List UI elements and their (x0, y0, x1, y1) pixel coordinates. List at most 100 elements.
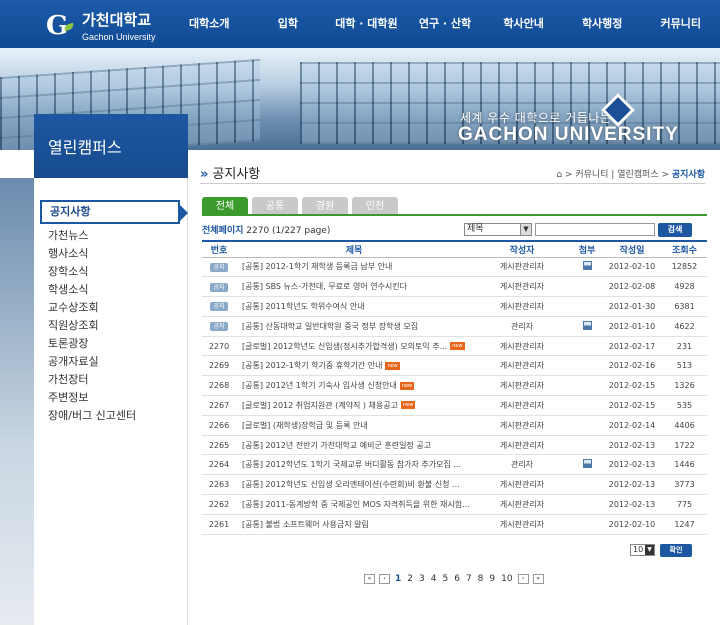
sidebar-item-events[interactable]: 행사소식 (40, 245, 180, 263)
page-number-link[interactable]: 1 (395, 574, 401, 584)
confirm-button[interactable]: 확인 (660, 544, 692, 557)
cell-title[interactable]: [공통] 2011학년도 학위수여식 안내 (236, 296, 472, 317)
new-badge: new (400, 401, 416, 410)
first-page-button[interactable]: « (364, 574, 375, 584)
next-page-button[interactable]: › (517, 574, 529, 584)
page-number-link[interactable]: 10 (501, 574, 512, 584)
table-row[interactable]: 2263 [공통] 2012학년도 신입생 오리엔테이션(수련회)비 환불 신청 … (202, 474, 707, 496)
search-input[interactable] (535, 223, 655, 236)
sidebar-item-staff-events[interactable]: 직원상조회 (40, 317, 180, 335)
table-row[interactable]: 2269 [공통] 2012-1학기 학기중 휴학기간 안내 new 게시판관리자 20… (202, 355, 707, 377)
cell-title[interactable]: [공통] 2012년 전반기 가천대학교 예비군 훈련일정 공고 (236, 435, 472, 456)
breadcrumb-item[interactable]: 열린캠퍼스 (617, 170, 658, 180)
prev-page-button[interactable]: ‹ (379, 574, 390, 584)
table-row[interactable]: 2265 [공통] 2012년 전반기 가천대학교 예비군 훈련일정 공고 게시판관… (202, 435, 707, 456)
nav-item-academic-admin[interactable]: 학사행정 (563, 0, 642, 48)
cell-title[interactable]: [글로벌] 2012 취업지원관 (계약직 ) 채용공고 new (236, 395, 472, 416)
nav-item-colleges[interactable]: 대학 · 대학원 (327, 0, 406, 48)
table-row[interactable]: 2267 [글로벌] 2012 취업지원관 (계약직 ) 채용공고 new 게시판관리… (202, 395, 707, 416)
cell-title[interactable]: [공통] 2012학년도 신입생 오리엔테이션(수련회)비 환불 신청 ... (236, 474, 472, 496)
post-title-link[interactable]: [공통] 산동대학교 일반대학원 중국 정부 장학생 모집 (242, 322, 418, 331)
home-icon[interactable]: ⌂ (556, 170, 562, 180)
cell-attachment (572, 415, 602, 436)
page-number-link[interactable]: 6 (454, 574, 460, 584)
page-number-link[interactable]: 2 (407, 574, 413, 584)
tab-kyungwon[interactable]: 경원 (302, 197, 348, 214)
per-page-select[interactable]: 10 ▼ (630, 544, 655, 556)
table-row[interactable]: 공지 [공통] SBS 뉴스-가천대, 무료로 영어 연수시킨다 게시판관리자 201… (202, 276, 707, 298)
page-number-link[interactable]: 8 (478, 574, 484, 584)
post-title-link[interactable]: [공통] 2012-1학기 재학생 등록금 납부 안내 (242, 262, 392, 271)
page-number-link[interactable]: 5 (442, 574, 448, 584)
post-title-link[interactable]: [공통] 2012년 전반기 가천대학교 예비군 훈련일정 공고 (242, 441, 431, 450)
sidebar-item-notices[interactable]: 공지사항 (40, 200, 188, 224)
tab-all[interactable]: 전체 (202, 197, 248, 214)
nav-item-academic-info[interactable]: 학사안내 (484, 0, 563, 48)
post-title-link[interactable]: [공통] 2012학년도 1학기 국제교류 버디활동 참가자 추가모집 ... (242, 460, 461, 469)
sidebar-item-scholarships[interactable]: 장학소식 (40, 263, 180, 281)
post-title-link[interactable]: [공통] 불법 소프트웨어 사용금지 알림 (242, 520, 369, 529)
cell-title[interactable]: [공통] 2012년 1학기 기숙사 입사생 신청안내 new (236, 375, 472, 397)
post-title-link[interactable]: [공통] 2012학년도 신입생 오리엔테이션(수련회)비 환불 신청 ... (242, 480, 460, 489)
breadcrumb-item[interactable]: 커뮤니티 (575, 170, 608, 180)
nav-item-admission[interactable]: 입학 (249, 0, 328, 48)
cell-title[interactable]: [공통] 산동대학교 일반대학원 중국 정부 장학생 모집 (236, 316, 472, 337)
tab-incheon[interactable]: 인천 (352, 197, 398, 214)
sidebar-item-marketplace[interactable]: 가천장터 (40, 371, 180, 389)
sidebar-item-nearby-info[interactable]: 주변정보 (40, 389, 180, 407)
table-row[interactable]: 2270 [글로벌] 2012학년도 신입생(정시추가합격생) 모의토익 추...… (202, 336, 707, 357)
sidebar-item-bug-report[interactable]: 장애/버그 신고센터 (40, 407, 180, 425)
page-number-link[interactable]: 4 (431, 574, 437, 584)
table-row[interactable]: 공지 [공통] 산동대학교 일반대학원 중국 정부 장학생 모집 관리자 2012-0… (202, 316, 707, 337)
search-button[interactable]: 검색 (658, 223, 692, 237)
tab-common[interactable]: 공통 (252, 197, 298, 214)
sidebar-item-news[interactable]: 가천뉴스 (40, 227, 180, 245)
cell-title[interactable]: [공통] SBS 뉴스-가천대, 무료로 영어 연수시킨다 (236, 276, 472, 298)
last-page-button[interactable]: » (532, 574, 544, 584)
cell-attachment (572, 375, 602, 397)
search-field-select[interactable]: 제목 ▼ (464, 223, 532, 236)
table-row[interactable]: 2264 [공통] 2012학년도 1학기 국제교류 버디활동 참가자 추가모집 … (202, 454, 707, 476)
nav-item-about[interactable]: 대학소개 (170, 0, 249, 48)
page-number-link[interactable]: 3 (419, 574, 425, 584)
nav-item-research[interactable]: 연구 · 산학 (406, 0, 485, 48)
cell-views: 1326 (662, 375, 707, 397)
table-row[interactable]: 2261 [공통] 불법 소프트웨어 사용금지 알림 게시판관리자 2012-02-1… (202, 514, 707, 535)
column-header-number: 번호 (202, 240, 236, 258)
cell-title[interactable]: [글로벌] (재학생)장학금 및 등록 안내 (236, 415, 472, 436)
cell-attachment (572, 336, 602, 357)
table-row[interactable]: 공지 [공통] 2012-1학기 재학생 등록금 납부 안내 게시판관리자 2012-… (202, 257, 707, 278)
attachment-file-icon[interactable] (582, 261, 592, 271)
cell-title[interactable]: [공통] 2012학년도 1학기 국제교류 버디활동 참가자 추가모집 ... (236, 454, 472, 476)
table-row[interactable]: 2268 [공통] 2012년 1학기 기숙사 입사생 신청안내 new 게시판관리자… (202, 375, 707, 397)
page-number-link[interactable]: 9 (489, 574, 495, 584)
cell-title[interactable]: [공통] 2012-1학기 학기중 휴학기간 안내 new (236, 355, 472, 377)
post-title-link[interactable]: [공통] 2012년 1학기 기숙사 입사생 신청안내 (242, 381, 397, 390)
table-row[interactable]: 2262 [공통] 2011-동계방학 중 국제공인 MOS 자격취득을 위한 재… (202, 494, 707, 515)
post-title-link[interactable]: [공통] 2012-1학기 학기중 휴학기간 안내 (242, 361, 382, 370)
nav-item-community[interactable]: 커뮤니티 (641, 0, 720, 48)
post-title-link[interactable]: [글로벌] 2012학년도 신입생(정시추가합격생) 모의토익 추... (242, 342, 447, 351)
post-title-link[interactable]: [공통] SBS 뉴스-가천대, 무료로 영어 연수시킨다 (242, 282, 407, 291)
post-title-link[interactable]: [공통] 2011학년도 학위수여식 안내 (242, 302, 365, 311)
cell-title[interactable]: [공통] 2011-동계방학 중 국제공인 MOS 자격취득을 위한 재시험..… (236, 494, 472, 515)
sidebar-item-student-news[interactable]: 학생소식 (40, 281, 180, 299)
sidebar-item-faculty-events[interactable]: 교수상조회 (40, 299, 180, 317)
university-logo[interactable]: G 가천대학교 Gachon University (46, 9, 156, 43)
attachment-file-icon[interactable] (582, 320, 592, 330)
post-title-link[interactable]: [공통] 2011-동계방학 중 국제공인 MOS 자격취득을 위한 재시험..… (242, 500, 470, 509)
cell-title[interactable]: [글로벌] 2012학년도 신입생(정시추가합격생) 모의토익 추... new (236, 336, 472, 357)
table-row[interactable]: 공지 [공통] 2011학년도 학위수여식 안내 게시판관리자 2012-01-30 6… (202, 296, 707, 317)
page-number-link[interactable]: 7 (466, 574, 472, 584)
table-row[interactable]: 2266 [글로벌] (재학생)장학금 및 등록 안내 게시판관리자 2012-02-… (202, 415, 707, 436)
category-tabs: 전체 공통 경원 인천 (202, 197, 402, 214)
cell-title[interactable]: [공통] 불법 소프트웨어 사용금지 알림 (236, 514, 472, 535)
post-title-link[interactable]: [글로벌] (재학생)장학금 및 등록 안내 (242, 421, 368, 430)
sidebar-item-forum[interactable]: 토론광장 (40, 335, 180, 353)
cell-attachment (572, 474, 602, 496)
cell-title[interactable]: [공통] 2012-1학기 재학생 등록금 납부 안내 (236, 257, 472, 278)
post-title-link[interactable]: [글로벌] 2012 취업지원관 (계약직 ) 채용공고 (242, 401, 398, 410)
cell-author: 게시판관리자 (472, 474, 572, 496)
attachment-file-icon[interactable] (582, 459, 592, 469)
sidebar-item-public-archive[interactable]: 공개자료실 (40, 353, 180, 371)
